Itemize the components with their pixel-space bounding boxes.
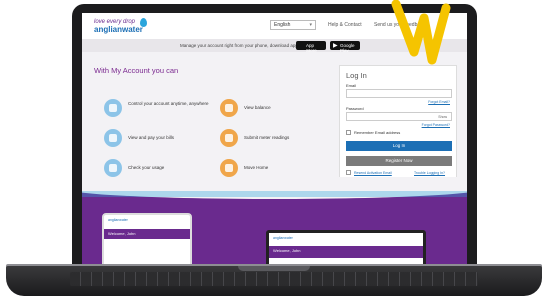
logo-wordmark: anglianwater [94, 25, 143, 34]
feature-label: Submit meter readings [244, 135, 290, 140]
play-icon: ▶ [333, 43, 338, 49]
feature-label: Check your usage [128, 165, 165, 170]
show-password-toggle[interactable]: Show [438, 115, 447, 119]
help-contact-link[interactable]: Help & Contact [328, 22, 362, 28]
trouble-logging-in-link[interactable]: Trouble Logging In? [414, 171, 445, 175]
feature-label: Move Home [244, 165, 269, 170]
phone-icon [104, 99, 122, 117]
balance-icon [220, 99, 238, 117]
app-store-button[interactable]: App Store [296, 41, 326, 53]
monitor-logo: anglianwater [273, 236, 293, 240]
meter-icon [220, 129, 238, 147]
tablet-mockup: anglianwater Welcome, John [102, 213, 192, 266]
feature-check-usage: Check your usage [104, 159, 212, 179]
password-field[interactable] [346, 112, 452, 121]
wave-highlight [82, 191, 467, 197]
laptop-stage: love every drop anglianwater English ▾ H… [0, 0, 548, 304]
monitor-mockup: anglianwater Welcome, John [266, 230, 426, 266]
resend-checkbox-icon [346, 170, 351, 175]
brand-logo[interactable]: love every drop anglianwater [94, 19, 143, 34]
google-play-button[interactable]: ▶ Google Play [330, 41, 360, 53]
feature-label: Control your account anytime, anywhere [128, 101, 209, 106]
chevron-down-icon: ▾ [309, 22, 312, 28]
resend-activation-link[interactable]: Resend Activation Email [354, 171, 392, 175]
forgot-email-link[interactable]: Forgot Email? [428, 100, 450, 104]
laptop-keyboard [70, 272, 478, 286]
water-drop-icon [140, 18, 147, 27]
feature-meter-readings: Submit meter readings [220, 129, 328, 149]
password-label: Password [346, 106, 364, 111]
van-icon [220, 159, 238, 177]
yellow-marker-icon [391, 0, 451, 65]
feature-control-account: Control your account anytime, anywhere [104, 99, 212, 119]
login-button[interactable]: Log In [346, 141, 452, 151]
usage-chart-icon [104, 159, 122, 177]
language-value: English [274, 22, 291, 28]
remember-checkbox[interactable] [346, 130, 351, 135]
laptop-notch [238, 266, 310, 271]
email-label: Email [346, 83, 357, 88]
feature-view-balance: View balance [220, 99, 328, 119]
login-title: Log In [346, 71, 367, 80]
tablet-welcome-text: Welcome, John [108, 231, 136, 236]
email-field[interactable] [346, 89, 452, 98]
tablet-logo: anglianwater [108, 218, 128, 222]
feature-label: View balance [244, 105, 271, 110]
feature-move-home: Move Home [220, 159, 328, 179]
forgot-password-link[interactable]: Forgot Password? [422, 123, 450, 127]
language-select[interactable]: English ▾ [270, 20, 316, 30]
app-download-text: Manage your account right from your phon… [180, 43, 298, 48]
remember-label: Remember Email address [354, 130, 401, 135]
register-button[interactable]: Register Now [346, 156, 452, 166]
bill-icon [104, 129, 122, 147]
monitor-screen: anglianwater Welcome, John [269, 233, 423, 266]
monitor-welcome-text: Welcome, John [273, 248, 301, 253]
feature-pay-bills: View and pay your bills [104, 129, 212, 149]
login-card: Log In Email Forgot Email? Password Show… [339, 65, 457, 187]
page-title: With My Account you can [94, 66, 179, 75]
feature-label: View and pay your bills [128, 135, 174, 140]
